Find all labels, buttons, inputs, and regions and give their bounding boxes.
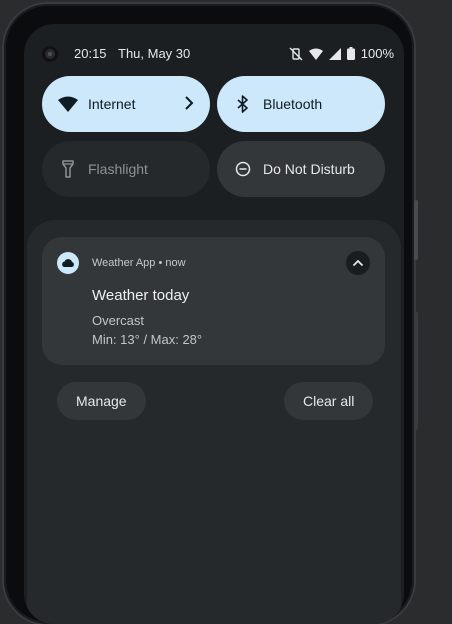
clear-all-button[interactable]: Clear all: [284, 382, 374, 420]
notification-text-line2: Min: 13° / Max: 28°: [92, 332, 203, 347]
battery-icon: [346, 47, 355, 60]
battery-percent: 100%: [360, 46, 394, 61]
notification-text-line1: Overcast: [92, 313, 145, 328]
notification-separator: •: [158, 257, 163, 269]
notification-time: now: [165, 257, 186, 269]
phone-frame: 20:15 Thu, May 30 100% Internet Bluetoot…: [4, 4, 414, 624]
bluetooth-icon: [233, 94, 253, 114]
tile-internet[interactable]: Internet: [42, 76, 210, 132]
status-date: Thu, May 30: [118, 46, 191, 61]
tile-do-not-disturb[interactable]: Do Not Disturb: [217, 141, 385, 197]
status-time: 20:15: [74, 46, 107, 61]
manage-button[interactable]: Manage: [57, 382, 146, 420]
do-not-disturb-icon: [233, 159, 253, 179]
notification-shade: Weather App • now Weather today Overcast…: [27, 220, 401, 624]
notification-title: Weather today: [92, 287, 190, 304]
tile-bluetooth[interactable]: Bluetooth: [217, 76, 385, 132]
tile-flashlight[interactable]: Flashlight: [42, 141, 210, 197]
tile-do-not-disturb-label: Do Not Disturb: [263, 161, 355, 177]
signal-icon: [328, 47, 341, 60]
chevron-right-icon[interactable]: [184, 95, 194, 114]
notification-card[interactable]: Weather App • now Weather today Overcast…: [42, 237, 385, 365]
notification-header: Weather App • now: [92, 257, 186, 269]
front-camera: [42, 46, 58, 62]
vibrate-off-icon: [289, 47, 303, 61]
chevron-up-icon: [352, 259, 364, 267]
phone-screen: 20:15 Thu, May 30 100% Internet Bluetoot…: [24, 24, 404, 624]
cloud-icon: [57, 252, 79, 274]
side-button: [414, 200, 418, 260]
status-bar: 20:15 Thu, May 30 100%: [42, 46, 394, 62]
status-icons: 100%: [289, 46, 394, 61]
tile-flashlight-label: Flashlight: [88, 161, 148, 177]
notification-app-name: Weather App: [92, 257, 156, 269]
wifi-icon: [58, 94, 78, 114]
flashlight-icon: [58, 159, 78, 179]
volume-button: [414, 312, 418, 430]
tile-bluetooth-label: Bluetooth: [263, 96, 323, 112]
wifi-icon: [308, 48, 323, 60]
tile-internet-label: Internet: [88, 96, 136, 112]
collapse-button[interactable]: [346, 251, 370, 275]
